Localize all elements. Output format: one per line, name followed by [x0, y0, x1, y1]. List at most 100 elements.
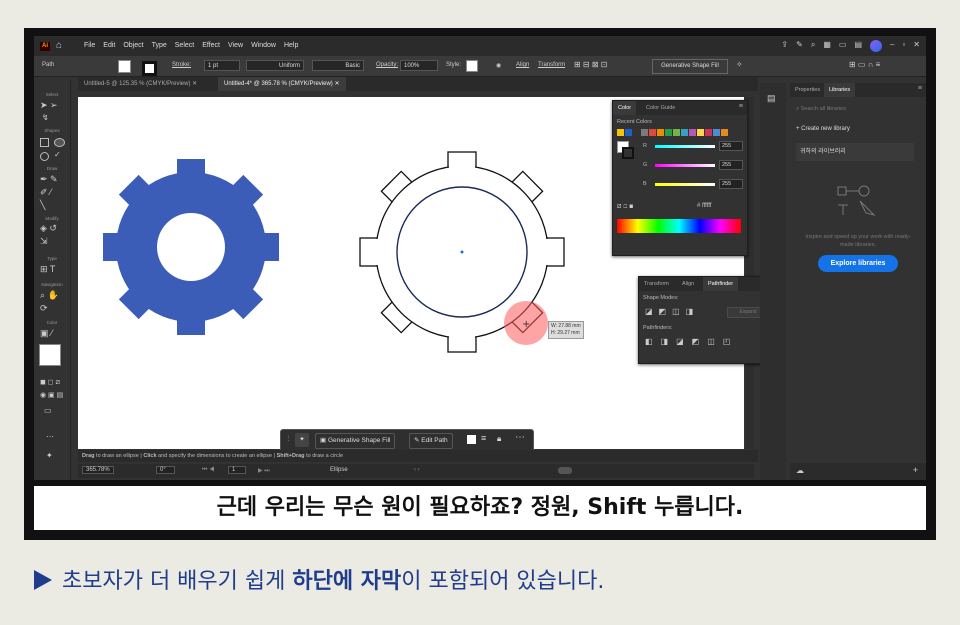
pencil-tool-icon[interactable]: ✐ ⁄: [40, 187, 52, 198]
pen-icon[interactable]: ✎: [796, 40, 803, 52]
fill-swatch[interactable]: [118, 60, 131, 73]
menu-file[interactable]: File: [84, 42, 95, 49]
pen-tool-icon[interactable]: ✒ ✎: [40, 174, 58, 185]
screen-mode-icon[interactable]: ▭: [44, 406, 52, 415]
recent-color-swatch[interactable]: [625, 129, 632, 136]
recent-swatches[interactable]: [617, 129, 729, 138]
share-icon[interactable]: ⇪: [781, 40, 788, 52]
artboard-field[interactable]: 1: [228, 466, 247, 474]
menu-select[interactable]: Select: [175, 42, 194, 49]
recent-color-swatch[interactable]: [705, 129, 712, 136]
b-value[interactable]: 255: [719, 179, 743, 189]
comments-icon[interactable]: ▤: [767, 93, 776, 104]
panel-menu-icon[interactable]: ≡: [739, 103, 743, 110]
library-search[interactable]: ⌕ Search all libraries: [796, 103, 916, 115]
minimize-icon[interactable]: –: [890, 40, 894, 52]
avatar[interactable]: [870, 40, 882, 52]
zoom-tool-icon[interactable]: ⌕ ✋: [40, 290, 59, 301]
menu-view[interactable]: View: [228, 42, 243, 49]
panel-icon[interactable]: ▭: [839, 40, 847, 52]
recent-color-swatch[interactable]: [721, 129, 728, 136]
hscroll-thumb[interactable]: [558, 467, 572, 474]
menu-type[interactable]: Type: [152, 42, 167, 49]
fill-icon[interactable]: [467, 435, 476, 444]
recent-color-swatch[interactable]: [697, 129, 704, 136]
draw-mode-icons[interactable]: ◉ ▣ ▤: [40, 391, 63, 399]
maximize-icon[interactable]: ▫: [902, 40, 905, 52]
menu-edit[interactable]: Edit: [103, 42, 115, 49]
color-stroke-icon[interactable]: [622, 147, 634, 159]
generative-shape-fill-button[interactable]: Generative Shape Fill: [652, 59, 728, 74]
home-icon[interactable]: ⌂: [56, 40, 62, 51]
edit-toolbar-icon[interactable]: ✦: [46, 451, 53, 460]
recent-color-swatch[interactable]: [689, 129, 696, 136]
drag-handle-icon[interactable]: ⋮: [285, 434, 292, 442]
add-icon[interactable]: +: [913, 465, 918, 475]
opacity-field[interactable]: 100%: [400, 60, 438, 71]
sparkle-icon[interactable]: ✦: [295, 433, 309, 447]
scale-tool-icon[interactable]: ⇲: [40, 236, 48, 247]
r-slider[interactable]: [655, 145, 715, 148]
color-mode-icons[interactable]: ◼ ◻ ⧄: [40, 378, 60, 387]
recent-color-swatch[interactable]: [681, 129, 688, 136]
tab-untitled-4[interactable]: Untitled-4* @ 365.78 % (CMYK/Preview) ✕: [218, 77, 346, 91]
g-value[interactable]: 255: [719, 160, 743, 170]
polygon-tool-icon[interactable]: [40, 152, 49, 161]
explore-libraries-button[interactable]: Explore libraries: [818, 255, 898, 272]
lasso-icon[interactable]: ↯: [42, 113, 49, 122]
brush-icon[interactable]: ▤: [854, 40, 862, 52]
style-swatch[interactable]: [466, 60, 478, 72]
recent-color-swatch[interactable]: [649, 129, 656, 136]
recent-color-swatch[interactable]: [641, 129, 648, 136]
stroke-lines-icon[interactable]: ≡: [481, 433, 486, 443]
shaper-tool-icon[interactable]: ✓: [54, 150, 61, 159]
generative-shape-fill-ctx-button[interactable]: ▣ Generative Shape Fill: [315, 433, 396, 449]
next-artboard-icon[interactable]: ▶ ⏭: [258, 467, 270, 475]
hscroll-arrows[interactable]: ‹ ›: [414, 467, 420, 473]
pathfinder-buttons[interactable]: ◧◨◪◩◫◰: [645, 337, 738, 346]
menu-help[interactable]: Help: [284, 42, 298, 49]
recent-color-swatch[interactable]: [617, 129, 624, 136]
tab-color-guide[interactable]: Color Guide: [641, 101, 680, 115]
hex-field[interactable]: # ffffff: [697, 203, 711, 209]
rotate-view-icon[interactable]: ⟳: [40, 303, 48, 314]
more-icon[interactable]: ⋯: [515, 432, 525, 443]
stroke-weight-field[interactable]: 1 pt: [204, 60, 240, 71]
lock-icon[interactable]: 🔒︎: [497, 434, 501, 444]
ellipse-tool-icon[interactable]: [54, 138, 65, 147]
close-icon[interactable]: ✕: [913, 40, 920, 52]
arrange-docs-icon[interactable]: ⊞ ▭ ∩ ≡: [849, 60, 880, 69]
menu-effect[interactable]: Effect: [202, 42, 220, 49]
selection-tool-icon[interactable]: ➤ ➢: [40, 100, 58, 111]
gradient-tool-icon[interactable]: ▣ ⁄: [40, 328, 53, 339]
recolor-icon[interactable]: ✧: [736, 60, 743, 69]
tab-pathfinder[interactable]: Pathfinder: [703, 277, 739, 291]
panel-menu-icon[interactable]: ≡: [918, 85, 922, 92]
recent-color-swatch[interactable]: [657, 129, 664, 136]
tab-untitled-5[interactable]: Untitled-5 @ 125.35 % (CMYK/Preview) ✕: [78, 77, 203, 91]
stroke-swatch[interactable]: [142, 61, 157, 76]
arrange-icon[interactable]: ▦: [823, 40, 831, 52]
fill-color-icon[interactable]: [39, 344, 61, 366]
tab-align[interactable]: Align: [677, 277, 699, 291]
rectangle-tool-icon[interactable]: [40, 138, 49, 147]
rotate-tool-icon[interactable]: ◈ ↺: [40, 223, 57, 234]
menu-object[interactable]: Object: [123, 42, 143, 49]
b-slider[interactable]: [655, 183, 715, 186]
line-tool-icon[interactable]: ╲: [40, 200, 45, 211]
align-icons[interactable]: ⊞ ⊟ ⊠ ⊡: [574, 60, 607, 69]
recent-color-swatch[interactable]: [633, 129, 640, 136]
library-item[interactable]: 귀하의 라이브러리: [796, 143, 914, 161]
brush-select[interactable]: Basic: [312, 60, 364, 71]
align-link[interactable]: Align: [516, 62, 529, 68]
recent-color-swatch[interactable]: [673, 129, 680, 136]
tab-color[interactable]: Color: [613, 101, 637, 115]
create-library-button[interactable]: + Create new library: [796, 126, 850, 132]
g-slider[interactable]: [655, 164, 715, 167]
color-spectrum[interactable]: [617, 219, 741, 233]
tab-properties[interactable]: Properties: [790, 83, 825, 97]
tab-transform[interactable]: Transform: [639, 277, 674, 291]
search-icon[interactable]: ⌕: [811, 40, 815, 52]
more-tools-icon[interactable]: ⋯: [46, 432, 54, 441]
globe-icon[interactable]: ◉: [496, 62, 501, 69]
